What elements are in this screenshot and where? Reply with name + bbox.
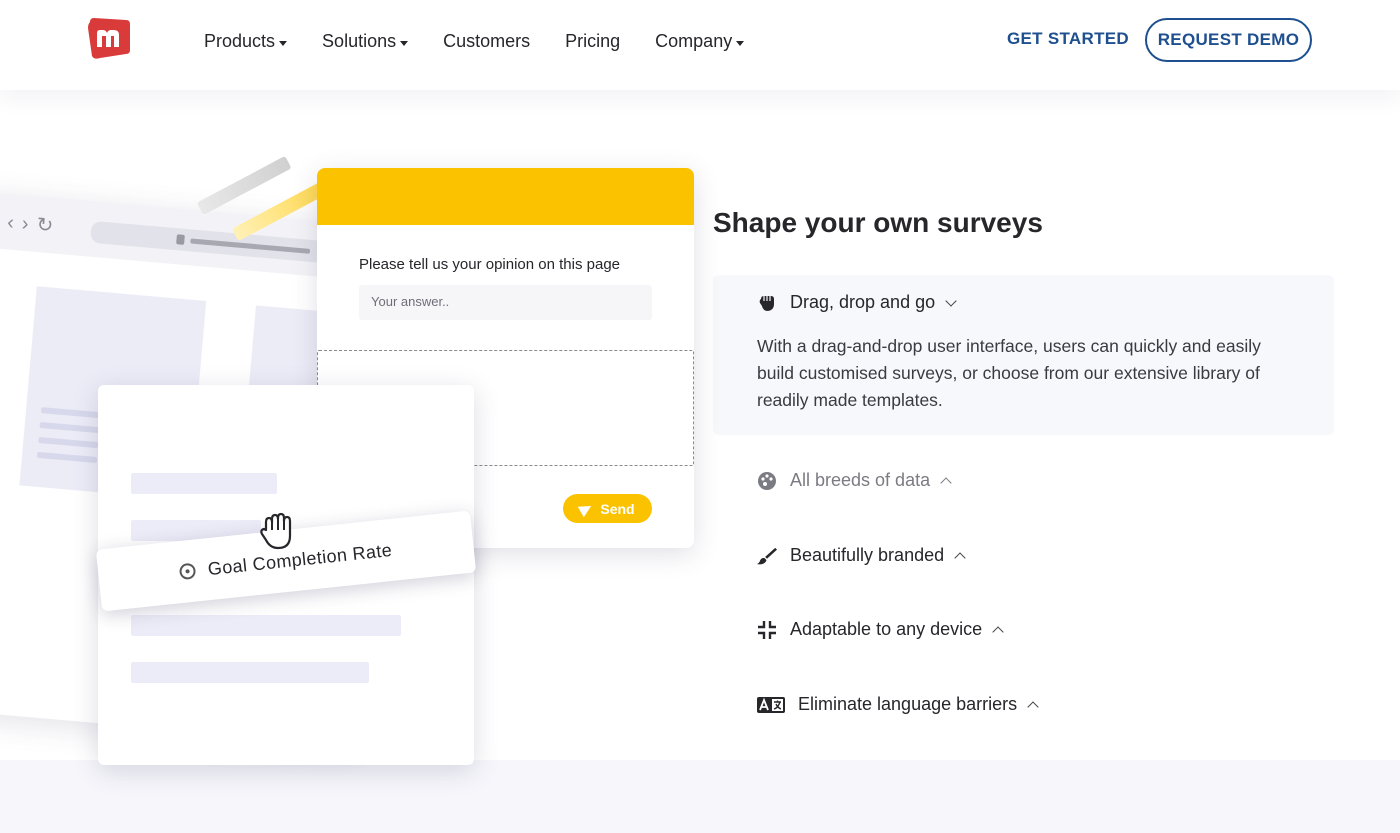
survey-illustration: ‹›↻ Please tell us your opinion on this …	[0, 150, 700, 790]
main-nav: Products Solutions Customers Pricing Com…	[204, 0, 779, 82]
translate-icon	[757, 696, 785, 713]
chevron-down-icon	[945, 294, 957, 307]
get-started-link[interactable]: GET STARTED	[1007, 29, 1129, 49]
feature-label: All breeds of data	[790, 470, 931, 490]
survey-question: Please tell us your opinion on this page	[359, 256, 621, 273]
nav-customers-label: Customers	[443, 30, 531, 51]
feature-language-barriers[interactable]: Eliminate language barriers	[757, 694, 1039, 715]
chevron-up-icon	[992, 625, 1004, 638]
feature-label: Adaptable to any device	[790, 619, 983, 639]
placeholder-bar	[131, 473, 277, 494]
m-logo-icon[interactable]	[86, 16, 132, 60]
chevron-up-icon	[940, 476, 952, 489]
nav-products[interactable]: Products	[204, 30, 288, 52]
request-demo-button[interactable]: REQUEST DEMO	[1145, 18, 1312, 62]
placeholder-bar	[131, 615, 401, 636]
nav-solutions-label: Solutions	[322, 30, 397, 51]
send-label: Send	[600, 500, 635, 517]
target-percent-icon	[179, 562, 197, 581]
feature-adaptable-device[interactable]: Adaptable to any device	[757, 619, 1004, 640]
caret-down-icon	[279, 41, 288, 46]
send-button: Send	[563, 494, 652, 523]
caret-down-icon	[736, 41, 745, 46]
chevron-up-icon	[1027, 700, 1039, 713]
lock-icon	[176, 234, 185, 245]
site-header: Products Solutions Customers Pricing Com…	[0, 0, 1400, 90]
feature-breeds-of-data[interactable]: All breeds of data	[757, 470, 952, 491]
nav-pricing-label: Pricing	[565, 30, 621, 51]
feature-drag-drop[interactable]: Drag, drop and go	[757, 292, 957, 313]
nav-customers[interactable]: Customers	[443, 31, 530, 52]
feature-description: With a drag-and-drop user interface, use…	[757, 336, 1261, 410]
placeholder-bar	[131, 662, 369, 683]
feature-label: Eliminate language barriers	[798, 694, 1018, 714]
fist-icon	[759, 295, 774, 311]
grab-hand-icon	[260, 512, 292, 550]
nav-company-label: Company	[655, 30, 733, 51]
caret-down-icon	[400, 41, 409, 46]
survey-header-bar	[317, 168, 694, 225]
browser-nav-arrows-icon: ‹›↻	[6, 211, 63, 239]
page-placeholder-lines	[36, 407, 102, 472]
goal-label: Goal Completion Rate	[206, 539, 393, 579]
paper-plane-icon	[578, 500, 595, 517]
chevron-up-icon	[954, 551, 966, 564]
nav-company[interactable]: Company	[655, 30, 745, 52]
feature-label: Beautifully branded	[790, 545, 945, 565]
survey-answer-input: Your answer..	[359, 285, 652, 320]
compress-icon	[758, 620, 776, 639]
nav-products-label: Products	[204, 30, 276, 51]
palette-icon	[758, 471, 776, 490]
nav-solutions[interactable]: Solutions	[322, 30, 409, 52]
feature-label: Drag, drop and go	[790, 292, 936, 312]
nav-pricing[interactable]: Pricing	[565, 31, 620, 52]
section-headline: Shape your own surveys	[713, 207, 1043, 238]
feature-beautifully-branded[interactable]: Beautifully branded	[757, 545, 966, 566]
brush-icon	[757, 547, 777, 564]
